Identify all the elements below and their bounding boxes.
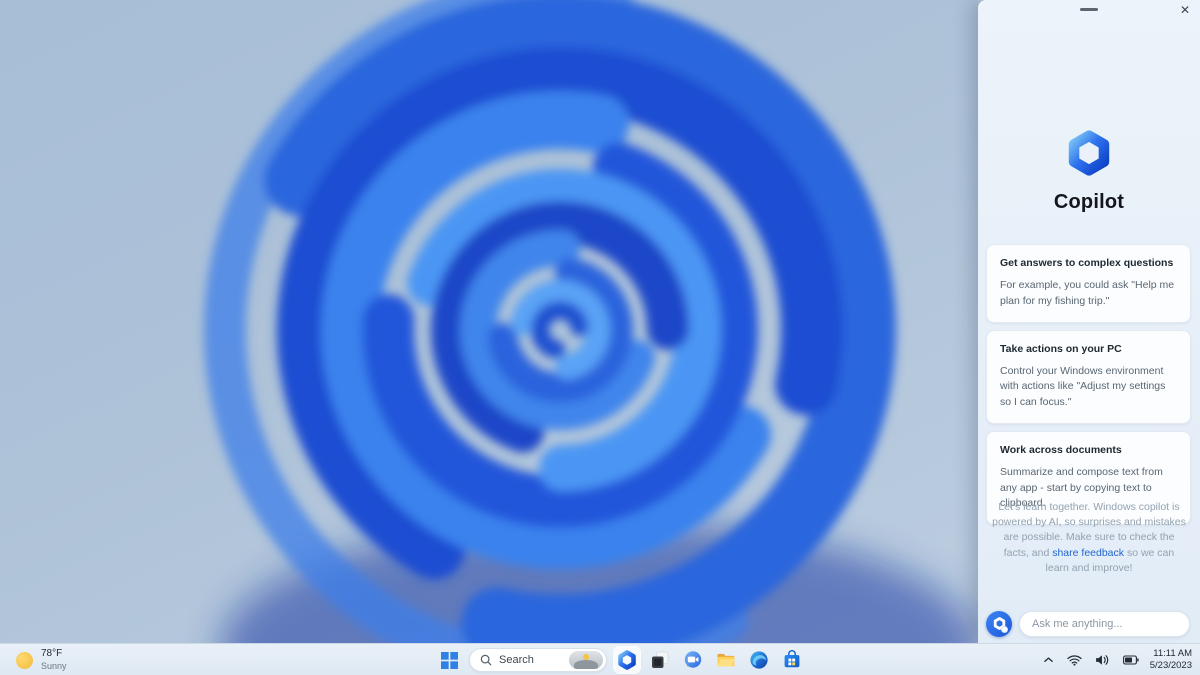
taskbar-center: Search [436, 644, 805, 675]
taskbar-search-box[interactable]: Search [469, 648, 607, 672]
card-title: Work across documents [1000, 443, 1122, 456]
copilot-logo-icon [1068, 130, 1110, 176]
weather-temperature: 78°F [41, 648, 63, 660]
system-tray: 11:11 AM 5/23/2023 [1041, 644, 1194, 675]
hidden-icons-chevron[interactable] [1041, 654, 1056, 666]
tray-date: 5/23/2023 [1149, 660, 1192, 671]
card-body: Control your Windows environment with ac… [1000, 364, 1166, 409]
panel-drag-handle[interactable] [1080, 8, 1098, 11]
copilot-logo-block: Copilot [978, 130, 1200, 214]
desktop-wallpaper [0, 0, 978, 643]
copilot-badge-dot [1001, 625, 1008, 633]
card-body: For example, you could ask "Help me plan… [1000, 279, 1175, 307]
taskbar-store-button[interactable] [779, 647, 805, 673]
file-explorer-icon [717, 653, 735, 667]
ask-me-anything-input[interactable] [1019, 610, 1190, 637]
volume-indicator[interactable] [1093, 652, 1112, 668]
battery-indicator[interactable] [1121, 653, 1141, 667]
taskbar-copilot-button[interactable] [614, 647, 640, 673]
search-label: Search [499, 654, 534, 666]
sun-icon [16, 651, 33, 669]
suggestion-cards: Get answers to complex questions For exa… [986, 244, 1191, 525]
task-view-icon [652, 651, 669, 668]
taskbar: 78°F Sunny Search 11:11 AM 5/23/2023 [0, 643, 1200, 675]
microsoft-store-icon [784, 650, 800, 668]
battery-icon [1122, 655, 1139, 665]
clock-date-widget[interactable]: 11:11 AM 5/23/2023 [1150, 648, 1194, 673]
panel-title: Copilot [1053, 191, 1125, 213]
share-feedback-link[interactable]: share feedback [1052, 547, 1124, 559]
card-take-actions[interactable]: Take actions on your PC Control your Win… [986, 329, 1191, 424]
copilot-panel: ✕ Copilot Get answers to complex questio… [978, 0, 1200, 643]
chat-icon [684, 651, 702, 668]
tray-time: 11:11 AM [1153, 647, 1192, 659]
card-complex-questions[interactable]: Get answers to complex questions For exa… [986, 244, 1191, 323]
weather-condition: Sunny [41, 660, 67, 671]
chevron-up-icon [1043, 657, 1053, 663]
card-title: Get answers to complex questions [1000, 257, 1174, 269]
chat-input-row [986, 610, 1190, 637]
speaker-icon [1095, 655, 1108, 665]
wifi-indicator[interactable] [1065, 652, 1084, 668]
start-button[interactable] [436, 647, 462, 673]
card-title: Take actions on your PC [1000, 342, 1122, 355]
windows-logo-icon [440, 651, 458, 669]
copilot-chat-icon[interactable] [986, 610, 1012, 637]
taskbar-chat-button[interactable] [680, 647, 706, 673]
ai-disclaimer: Let's learn together. Windows copilot is… [992, 500, 1186, 576]
weather-widget[interactable]: 78°F Sunny [10, 644, 73, 675]
bloom-wallpaper-art [204, 0, 978, 643]
taskbar-file-explorer-button[interactable] [713, 647, 739, 673]
edge-icon [750, 651, 768, 669]
taskbar-task-view-button[interactable] [647, 647, 673, 673]
close-icon[interactable]: ✕ [1177, 2, 1193, 18]
taskbar-edge-button[interactable] [746, 647, 772, 673]
search-highlight-image [569, 651, 603, 669]
search-icon [480, 654, 492, 666]
wifi-icon [1067, 655, 1082, 666]
copilot-icon [618, 650, 636, 670]
